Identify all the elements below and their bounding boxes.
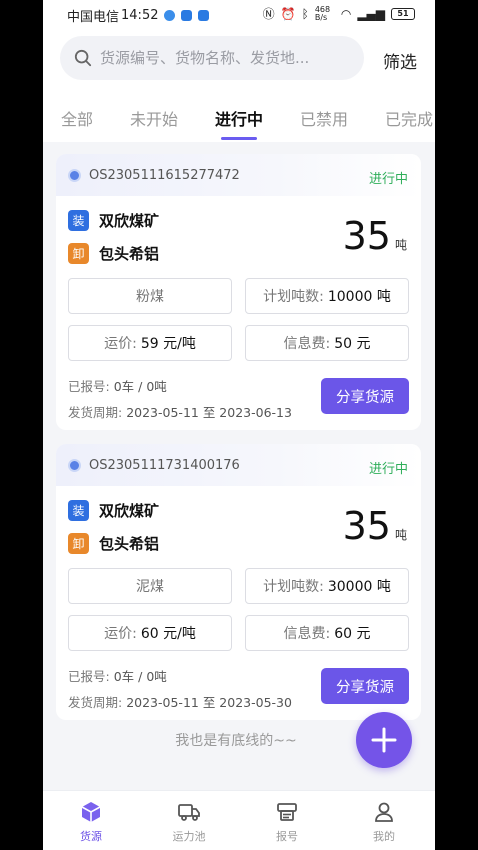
tab-not-started[interactable]: 未开始 (130, 96, 178, 140)
load-place: 双欣煤矿 (99, 502, 160, 520)
wifi-icon: ◠ (340, 6, 352, 21)
tons-display: 35 吨 (343, 214, 407, 258)
card-header: OS2305111615277472 进行中 (56, 154, 421, 196)
load-badge: 装 (68, 500, 89, 521)
signal-icon: ▂▄▆ (357, 6, 385, 21)
info-fee: 信息费: 60 元 (245, 615, 409, 651)
load-place-row: 装 双欣煤矿 (68, 500, 159, 521)
search-input[interactable] (100, 49, 350, 67)
ship-period: 发货周期: 2023-05-11 至 2023-06-13 (68, 405, 292, 420)
freight-price: 运价: 60 元/吨 (68, 615, 232, 651)
search-icon (74, 49, 92, 67)
unload-place: 包头希铝 (99, 535, 160, 553)
cargo-code: OS2305111731400176 (89, 457, 240, 473)
unload-place: 包头希铝 (99, 245, 160, 263)
tab-all[interactable]: 全部 (61, 96, 93, 140)
unload-badge: 卸 (68, 533, 89, 554)
goods-type: 粉煤 (68, 278, 232, 314)
app-notification-icon (181, 10, 193, 21)
tab-completed[interactable]: 已完成 (385, 96, 433, 140)
user-icon (375, 802, 393, 822)
nav-cargo[interactable]: 货源 (59, 799, 123, 844)
status-badge: 进行中 (368, 172, 408, 187)
tab-disabled[interactable]: 已禁用 (300, 96, 348, 140)
active-tab-indicator (221, 137, 258, 140)
alarm-icon: ⏰ (280, 6, 296, 21)
card-header: OS2305111731400176 进行中 (56, 444, 421, 486)
load-place-row: 装 双欣煤矿 (68, 210, 159, 231)
search-box[interactable] (60, 36, 364, 80)
unload-place-row: 卸 包头希铝 (68, 243, 159, 264)
printer-icon (277, 803, 297, 821)
status-dot-icon (68, 168, 81, 182)
planned-tons: 计划吨数: 10000 吨 (245, 278, 409, 314)
carrier-label: 中国电信 (67, 10, 120, 25)
nav-capacity-pool[interactable]: 运力池 (157, 799, 221, 844)
load-badge: 装 (68, 210, 89, 231)
status-tabs: 全部 未开始 进行中 已禁用 已完成 (43, 96, 435, 142)
tons-unit: 吨 (394, 238, 407, 252)
tons-unit: 吨 (394, 528, 407, 542)
planned-tons: 计划吨数: 30000 吨 (245, 568, 409, 604)
bottom-nav: 货源 运力池 报号 我的 (43, 790, 435, 850)
tons-display: 35 吨 (343, 504, 407, 548)
cargo-code: OS2305111615277472 (89, 167, 240, 183)
clock: 14:52 (121, 8, 159, 23)
cargo-card[interactable]: OS2305111615277472 进行中 装 双欣煤矿 卸 包头希铝 35 … (56, 154, 421, 430)
share-cargo-button[interactable]: 分享货源 (321, 668, 409, 704)
status-bar: 中国电信 14:52 Ⓝ ⏰ ᛒ 468 B/s ◠ ▂▄▆ 51 (43, 0, 435, 30)
unload-badge: 卸 (68, 243, 89, 264)
bluetooth-icon: ᛒ (301, 6, 309, 21)
plus-icon (371, 727, 397, 753)
tons-value: 35 (342, 504, 391, 548)
load-place: 双欣煤矿 (99, 212, 160, 230)
header: 筛选 全部 未开始 进行中 已禁用 已完成 (43, 30, 435, 142)
ship-period: 发货周期: 2023-05-11 至 2023-05-30 (68, 695, 292, 710)
reported-count: 已报号: 0车 / 0吨 (68, 669, 167, 684)
reported-count: 已报号: 0车 / 0吨 (68, 379, 167, 394)
freight-price: 运价: 59 元/吨 (68, 325, 232, 361)
battery-icon: 51 (391, 7, 415, 20)
nav-mine[interactable]: 我的 (352, 799, 416, 844)
nav-report[interactable]: 报号 (255, 799, 319, 844)
app-notification-icon (198, 10, 210, 21)
add-cargo-button[interactable] (356, 712, 412, 768)
status-dot-icon (68, 458, 81, 472)
status-badge: 进行中 (368, 462, 408, 477)
tons-value: 35 (342, 214, 391, 258)
info-fee: 信息费: 50 元 (245, 325, 409, 361)
net-speed-label: 468 B/s (314, 4, 331, 22)
share-cargo-button[interactable]: 分享货源 (321, 378, 409, 414)
nfc-icon: Ⓝ (262, 7, 275, 21)
truck-icon (178, 804, 200, 821)
goods-type: 泥煤 (68, 568, 232, 604)
cargo-card[interactable]: OS2305111731400176 进行中 装 双欣煤矿 卸 包头希铝 35 … (56, 444, 421, 720)
unload-place-row: 卸 包头希铝 (68, 533, 159, 554)
tab-in-progress[interactable]: 进行中 (215, 96, 263, 140)
app-screen: 中国电信 14:52 Ⓝ ⏰ ᛒ 468 B/s ◠ ▂▄▆ 51 筛选 全部 (43, 0, 435, 850)
box-icon (81, 802, 101, 822)
app-notification-icon (164, 10, 176, 21)
filter-button[interactable]: 筛选 (383, 48, 417, 73)
